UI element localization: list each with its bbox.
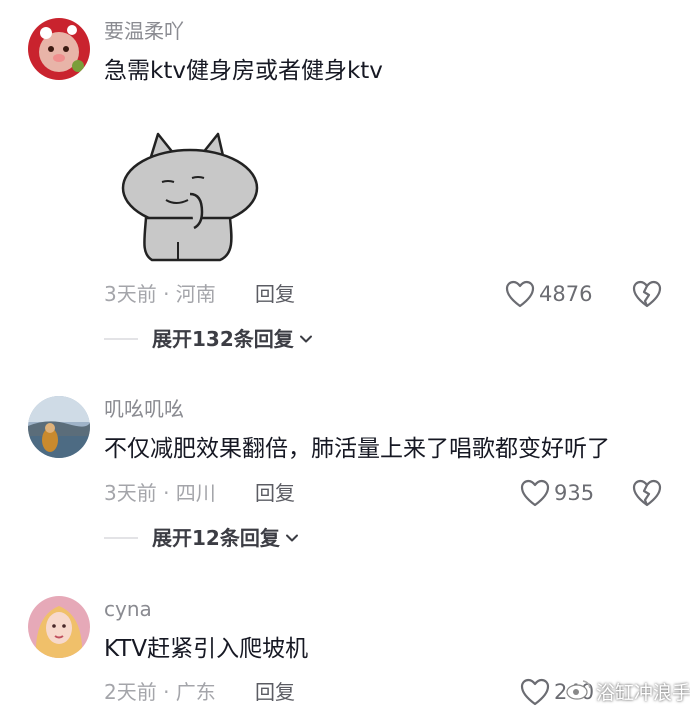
chevron-down-icon [280,530,300,546]
comment-text: 不仅减肥效果翻倍，肺活量上来了唱歌都变好听了 [104,436,610,462]
divider-line [104,537,138,539]
divider-line [104,338,138,340]
chevron-down-icon [294,331,314,347]
watermark-text: 浴缸冲浪手 [596,682,690,704]
heart-outline-icon [520,678,550,706]
comment-meta: 3天前 · 河南 [104,282,216,306]
like-button[interactable]: 4876 [505,280,592,308]
dislike-button[interactable] [632,479,662,507]
expand-replies-button[interactable]: 展开132条回复 [104,326,314,352]
comment-username[interactable]: 要温柔吖 [104,18,184,44]
like-button[interactable]: 935 [520,479,594,507]
like-count: 4876 [539,282,593,306]
reply-button[interactable]: 回复 [255,281,295,307]
weibo-logo-icon [566,678,592,705]
comment-meta: 3天前 · 四川 [104,481,216,505]
dislike-button[interactable] [632,280,662,308]
comment-item: 叽吆叽吆 不仅减肥效果翻倍，肺活量上来了唱歌都变好听了 3天前 · 四川 回复 … [0,396,690,556]
comment-meta: 2天前 · 广东 [104,680,216,704]
avatar[interactable] [28,18,90,80]
comment-list: 要温柔吖 急需ktv健身房或者健身ktv 3天前 · 河南 回复 4876 展开… [0,0,690,716]
comment-text: 急需ktv健身房或者健身ktv [104,58,383,84]
expand-replies-label: 展开132条回复 [152,327,294,351]
comment-item: 要温柔吖 急需ktv健身房或者健身ktv 3天前 · 河南 回复 4876 展开… [0,18,690,358]
reply-button[interactable]: 回复 [255,679,295,705]
comment-username[interactable]: 叽吆叽吆 [104,396,184,422]
broken-heart-icon [632,280,662,308]
avatar[interactable] [28,396,90,458]
like-count: 935 [554,481,595,505]
cat-sticker-image[interactable] [120,130,265,274]
expand-replies-label: 展开12条回复 [152,526,280,550]
expand-replies-button[interactable]: 展开12条回复 [104,525,300,551]
heart-outline-icon [520,479,550,507]
comment-text: KTV赶紧引入爬坡机 [104,636,309,662]
comment-username[interactable]: cyna [104,596,152,622]
reply-button[interactable]: 回复 [255,480,295,506]
heart-outline-icon [505,280,535,308]
broken-heart-icon [632,479,662,507]
avatar[interactable] [28,596,90,658]
watermark: 浴缸冲浪手 [566,678,690,705]
